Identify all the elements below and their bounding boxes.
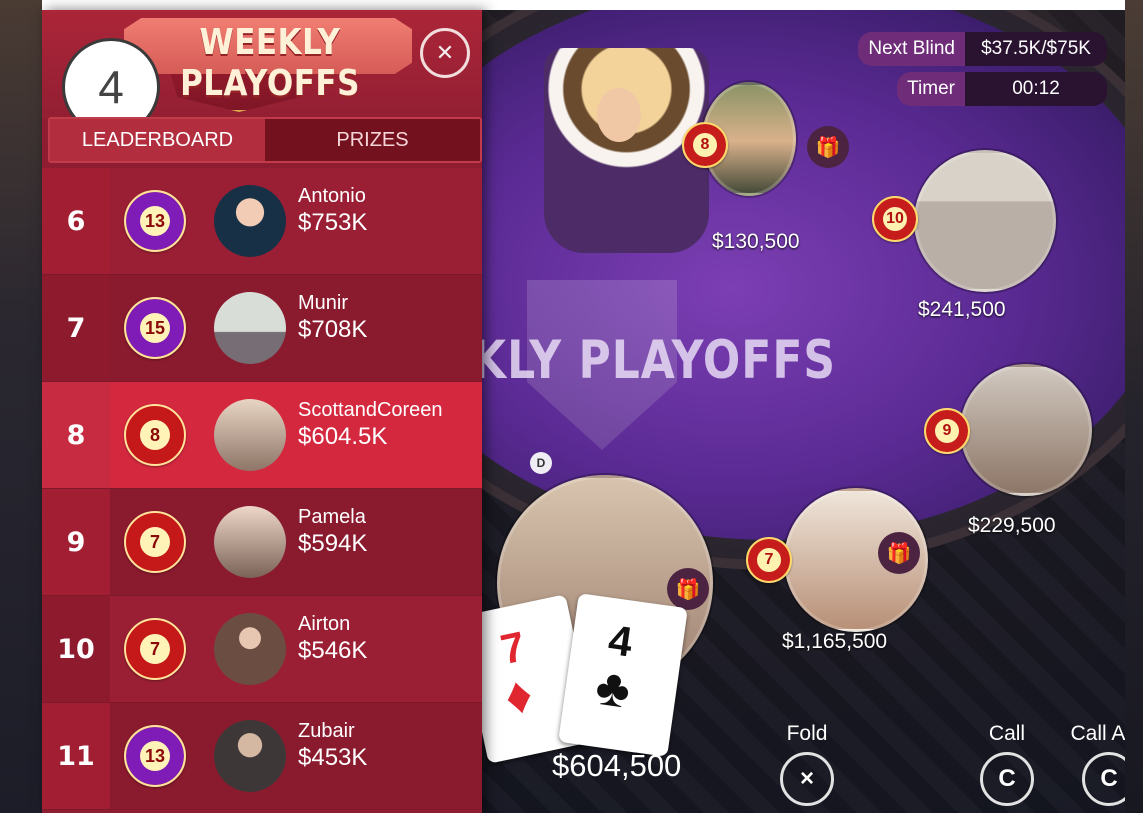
blind-info-box: Next Blind $37.5K/$75K Timer 00:12 <box>811 32 1107 112</box>
player-amount: $594K <box>298 530 368 557</box>
player-amount: $604.5K <box>298 423 388 450</box>
rank-number: 6 <box>42 168 110 274</box>
timer-row: Timer 00:12 <box>811 72 1107 106</box>
gift-icon[interactable]: 🎁 <box>667 568 709 610</box>
timer-value: 00:12 <box>965 72 1107 106</box>
dealer-button: D <box>530 452 552 474</box>
player-4-level-chip: 7 <box>746 537 792 583</box>
list-item[interactable]: 10 7 Airton $546K <box>42 596 482 703</box>
next-blind-label: Next Blind <box>858 32 965 66</box>
player-name: Zubair <box>298 720 355 742</box>
avatar <box>214 506 286 578</box>
player-name: Munir <box>298 292 349 314</box>
player-2-level-chip: 10 <box>872 196 918 242</box>
level-badge-icon: 7 <box>124 618 186 680</box>
player-3-level-chip: 9 <box>924 408 970 454</box>
player-seat-2[interactable] <box>914 150 1056 292</box>
fold-icon[interactable]: × <box>780 752 834 806</box>
fold-label: Fold <box>786 722 828 745</box>
level-badge-icon: 13 <box>124 190 186 252</box>
player-1-money: $130,500 <box>712 230 800 253</box>
list-item[interactable]: 6 13 Antonio $753K <box>42 168 482 275</box>
player-name: Antonio <box>298 185 366 207</box>
player-info: Munir $708K <box>298 291 367 345</box>
rank-number: 9 <box>42 489 110 595</box>
next-blind-row: Next Blind $37.5K/$75K <box>811 32 1107 66</box>
call-action[interactable]: Call C <box>972 722 1042 806</box>
level-badge-icon: 15 <box>124 297 186 359</box>
rank-number: 11 <box>42 703 110 809</box>
avatar <box>214 720 286 792</box>
player-info: Pamela $594K <box>298 505 367 559</box>
left-background-edge <box>0 0 42 813</box>
row-body: 7 Pamela $594K <box>110 489 482 595</box>
leaderboard-list: 6 13 Antonio $753K 7 15 Munir $708K 8 8 … <box>42 168 482 810</box>
rank-number: 7 <box>42 275 110 381</box>
player-name: ScottandCoreen <box>298 399 443 421</box>
player-name: Airton <box>298 613 351 635</box>
leaderboard-panel: WEEKLY PLAYOFFS ✕ 4 LEADERBOARD PRIZES 6… <box>42 10 482 813</box>
self-player-money: $604,500 <box>552 748 682 783</box>
player-info: Antonio $753K <box>298 184 367 238</box>
player-amount: $708K <box>298 316 368 343</box>
player-1-level-chip: 8 <box>682 122 728 168</box>
call-any-action[interactable]: Call Any C <box>1055 722 1125 806</box>
call-any-label: Call Any <box>1070 722 1125 745</box>
player-info: ScottandCoreen $604.5K <box>298 398 443 452</box>
level-badge-icon: 8 <box>124 404 186 466</box>
gift-icon[interactable]: 🎁 <box>807 126 849 168</box>
tab-prizes[interactable]: PRIZES <box>265 119 480 161</box>
player-4-money: $1,165,500 <box>782 630 888 653</box>
avatar <box>214 185 286 257</box>
call-any-icon[interactable]: C <box>1082 752 1125 806</box>
avatar <box>214 613 286 685</box>
rank-number: 8 <box>42 382 110 488</box>
tab-leaderboard[interactable]: LEADERBOARD <box>50 119 265 161</box>
player-seat-3[interactable] <box>960 364 1092 496</box>
player-info: Zubair $453K <box>298 719 367 773</box>
player-3-money: $229,500 <box>968 514 1056 537</box>
gift-icon[interactable]: 🎁 <box>878 532 920 574</box>
player-2-money: $241,500 <box>918 298 1006 321</box>
leaderboard-tabs: LEADERBOARD PRIZES <box>48 117 482 163</box>
right-background-edge <box>1125 0 1143 813</box>
list-item[interactable]: 9 7 Pamela $594K <box>42 489 482 596</box>
fold-action[interactable]: Fold × <box>772 722 842 806</box>
rank-number: 10 <box>42 596 110 702</box>
level-badge-icon: 7 <box>124 511 186 573</box>
row-body: 13 Zubair $453K <box>110 703 482 809</box>
screenshot-frame: KLY PLAYOFFS D Next Blind $37.5K/$75K Ti… <box>0 0 1143 813</box>
close-icon[interactable]: ✕ <box>420 28 470 78</box>
level-badge-icon: 13 <box>124 725 186 787</box>
call-icon[interactable]: C <box>980 752 1034 806</box>
row-body: 7 Airton $546K <box>110 596 482 702</box>
player-info: Airton $546K <box>298 612 367 666</box>
avatar <box>214 399 286 471</box>
dealer-face <box>597 88 641 142</box>
leaderboard-header: WEEKLY PLAYOFFS ✕ 4 LEADERBOARD PRIZES <box>42 10 482 163</box>
list-item[interactable]: 11 13 Zubair $453K <box>42 703 482 810</box>
row-body: 8 ScottandCoreen $604.5K <box>110 382 482 488</box>
timer-label: Timer <box>897 72 965 106</box>
table-logo-text: KLY PLAYOFFS <box>472 329 837 392</box>
player-amount: $453K <box>298 744 368 771</box>
list-item[interactable]: 7 15 Munir $708K <box>42 275 482 382</box>
avatar <box>214 292 286 364</box>
club-icon: ♣ <box>592 657 634 720</box>
action-bar: Fold × Call C Call Any C <box>772 722 1125 813</box>
player-amount: $546K <box>298 637 368 664</box>
leaderboard-title: WEEKLY PLAYOFFS <box>180 21 360 105</box>
diamond-icon: ♦ <box>499 664 538 728</box>
row-body: 15 Munir $708K <box>110 275 482 381</box>
call-label: Call <box>988 722 1026 745</box>
next-blind-value: $37.5K/$75K <box>965 32 1107 66</box>
list-item-current-player[interactable]: 8 8 ScottandCoreen $604.5K <box>42 382 482 489</box>
player-amount: $753K <box>298 209 368 236</box>
player-name: Pamela <box>298 506 366 528</box>
hole-card-2: 4 ♣ <box>558 593 688 757</box>
row-body: 13 Antonio $753K <box>110 168 482 274</box>
